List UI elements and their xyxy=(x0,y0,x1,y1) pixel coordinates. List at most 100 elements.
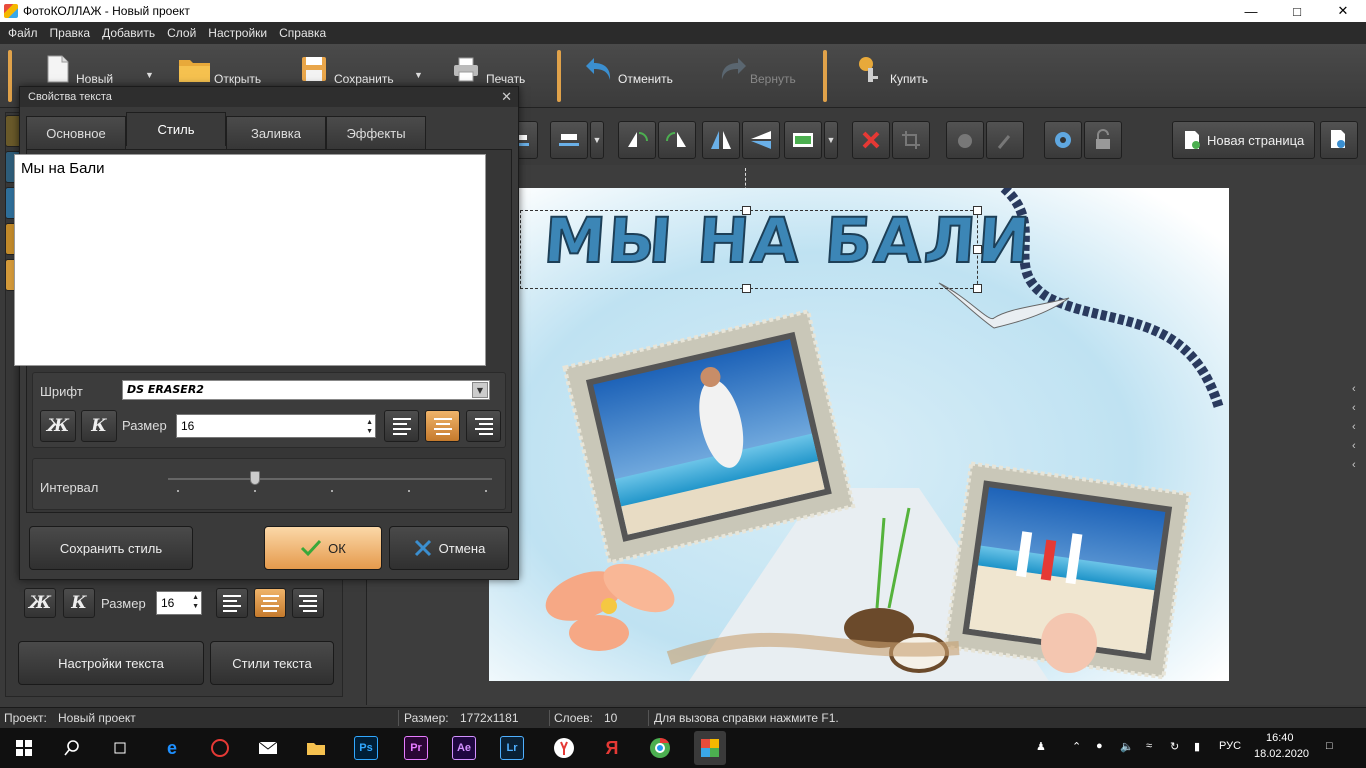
yandex-browser-icon[interactable] xyxy=(552,736,576,760)
align-bottom-button[interactable] xyxy=(550,121,588,159)
dialog-size-input[interactable]: 16 ▲ ▼ xyxy=(176,414,376,438)
task-view-icon[interactable] xyxy=(108,736,132,760)
text-selection-box[interactable] xyxy=(520,206,982,293)
menu-layer[interactable]: Слой xyxy=(161,26,202,40)
spacing-slider-thumb[interactable] xyxy=(250,471,261,485)
start-icon[interactable] xyxy=(12,736,36,760)
buy-button[interactable]: Купить xyxy=(856,50,946,102)
status-layers-value: 10 xyxy=(604,711,618,725)
dialog-tabs: Основное Стиль Заливка Эффекты xyxy=(26,112,426,150)
language-indicator[interactable]: РУС xyxy=(1219,740,1241,752)
layout-button[interactable] xyxy=(784,121,822,159)
lightroom-icon[interactable]: Lr xyxy=(500,736,524,760)
app-icon xyxy=(4,4,18,18)
tray-expand-icon[interactable]: ⌃ xyxy=(1072,740,1081,753)
save-style-button[interactable]: Сохранить стиль xyxy=(29,526,193,570)
brush-button[interactable] xyxy=(986,121,1024,159)
resize-handle[interactable] xyxy=(973,206,982,215)
layout-dropdown-icon[interactable]: ▼ xyxy=(824,121,838,159)
page-settings-button[interactable] xyxy=(1320,121,1358,159)
text-styles-button[interactable]: Стили текста xyxy=(210,641,334,685)
clock-time[interactable]: 16:40 xyxy=(1266,732,1294,744)
network-icon[interactable]: ≈ xyxy=(1146,740,1152,752)
people-icon[interactable]: ♟ xyxy=(1036,740,1046,753)
save-dropdown-icon[interactable]: ▼ xyxy=(414,70,423,80)
align-dropdown-icon[interactable]: ▼ xyxy=(590,121,604,159)
menu-add[interactable]: Добавить xyxy=(96,26,161,40)
resize-handle[interactable] xyxy=(742,284,751,293)
font-dropdown-icon[interactable]: ▼ xyxy=(472,382,488,398)
rotate-right-button[interactable] xyxy=(658,121,696,159)
delete-button[interactable] xyxy=(852,121,890,159)
text-settings-button[interactable]: Настройки текста xyxy=(18,641,204,685)
clock-date[interactable]: 18.02.2020 xyxy=(1254,748,1309,760)
dialog-align-right-button[interactable] xyxy=(466,410,501,442)
edge-icon[interactable]: e xyxy=(160,736,184,760)
after-effects-icon[interactable]: Ae xyxy=(452,736,476,760)
align-left-button[interactable] xyxy=(216,588,248,618)
align-right-button[interactable] xyxy=(292,588,324,618)
file-explorer-icon[interactable] xyxy=(304,736,328,760)
tab-basic[interactable]: Основное xyxy=(26,116,126,150)
flip-horizontal-icon xyxy=(711,131,731,149)
delete-x-icon xyxy=(862,131,880,149)
flip-horizontal-button[interactable] xyxy=(702,121,740,159)
maximize-icon[interactable]: □ xyxy=(1274,0,1320,22)
resize-handle[interactable] xyxy=(742,206,751,215)
menu-file[interactable]: Файл xyxy=(2,26,44,40)
dialog-bold-button[interactable]: Ж xyxy=(40,410,76,442)
yandex-icon[interactable]: Я xyxy=(600,736,624,760)
fotocollage-taskbar-icon[interactable] xyxy=(694,731,726,765)
minimize-icon[interactable]: — xyxy=(1228,0,1274,22)
dialog-size-spinner-icon[interactable]: ▲ ▼ xyxy=(366,418,373,436)
spacing-slider-track[interactable] xyxy=(168,478,492,480)
undo-button-label: Отменить xyxy=(618,72,673,86)
flip-vertical-button[interactable] xyxy=(742,121,780,159)
bring-front-button[interactable] xyxy=(946,121,984,159)
text-content-input[interactable]: Мы на Бали xyxy=(14,154,486,366)
app-red-icon[interactable] xyxy=(208,736,232,760)
sync-icon[interactable]: ↻ xyxy=(1170,740,1179,753)
search-icon[interactable] xyxy=(60,736,84,760)
undo-button[interactable]: Отменить xyxy=(584,50,694,102)
bold-button[interactable]: Ж xyxy=(24,588,56,618)
size-spinner-icon[interactable]: ▲ ▼ xyxy=(192,593,199,611)
align-center-button[interactable] xyxy=(254,588,286,618)
dialog-italic-button[interactable]: К xyxy=(81,410,117,442)
notifications-icon[interactable]: □ xyxy=(1326,740,1333,752)
redo-button[interactable]: Вернуть xyxy=(716,50,816,102)
tray-app-icon[interactable]: ● xyxy=(1096,740,1103,752)
volume-icon[interactable]: 🔈 xyxy=(1120,740,1134,753)
battery-icon[interactable]: ▮ xyxy=(1194,740,1200,753)
dialog-align-left-button[interactable] xyxy=(384,410,419,442)
rotate-left-button[interactable] xyxy=(618,121,656,159)
mail-icon[interactable] xyxy=(256,736,280,760)
ok-button[interactable]: ОК xyxy=(264,526,382,570)
new-page-button[interactable]: Новая страница xyxy=(1172,121,1315,159)
panel-collapse-arrows[interactable]: ‹ ‹ ‹ ‹ ‹ xyxy=(1352,380,1356,475)
font-select[interactable]: DS ERASER2 ▼ xyxy=(122,380,490,400)
photoshop-icon[interactable]: Ps xyxy=(354,736,378,760)
menu-settings[interactable]: Настройки xyxy=(202,26,273,40)
menu-edit[interactable]: Правка xyxy=(44,26,97,40)
cancel-button[interactable]: Отмена xyxy=(389,526,509,570)
new-dropdown-icon[interactable]: ▼ xyxy=(145,70,154,80)
lock-button[interactable] xyxy=(1084,121,1122,159)
dialog-align-center-button[interactable] xyxy=(425,410,460,442)
chrome-icon[interactable] xyxy=(648,736,672,760)
tab-effects[interactable]: Эффекты xyxy=(326,116,426,150)
resize-handle[interactable] xyxy=(973,245,982,254)
tab-fill[interactable]: Заливка xyxy=(226,116,326,150)
close-icon[interactable]: ✕ xyxy=(1320,0,1366,22)
resize-handle[interactable] xyxy=(973,284,982,293)
dialog-titlebar[interactable]: Свойства текста ✕ xyxy=(20,87,518,107)
settings-button[interactable] xyxy=(1044,121,1082,159)
premiere-icon[interactable]: Pr xyxy=(404,736,428,760)
menu-bar: Файл Правка Добавить Слой Настройки Спра… xyxy=(0,22,1366,44)
tab-style[interactable]: Стиль xyxy=(126,112,226,146)
italic-button[interactable]: К xyxy=(63,588,95,618)
size-input[interactable]: 16 ▲ ▼ xyxy=(156,591,202,615)
crop-button[interactable] xyxy=(892,121,930,159)
menu-help[interactable]: Справка xyxy=(273,26,332,40)
dialog-close-icon[interactable]: ✕ xyxy=(501,89,512,105)
